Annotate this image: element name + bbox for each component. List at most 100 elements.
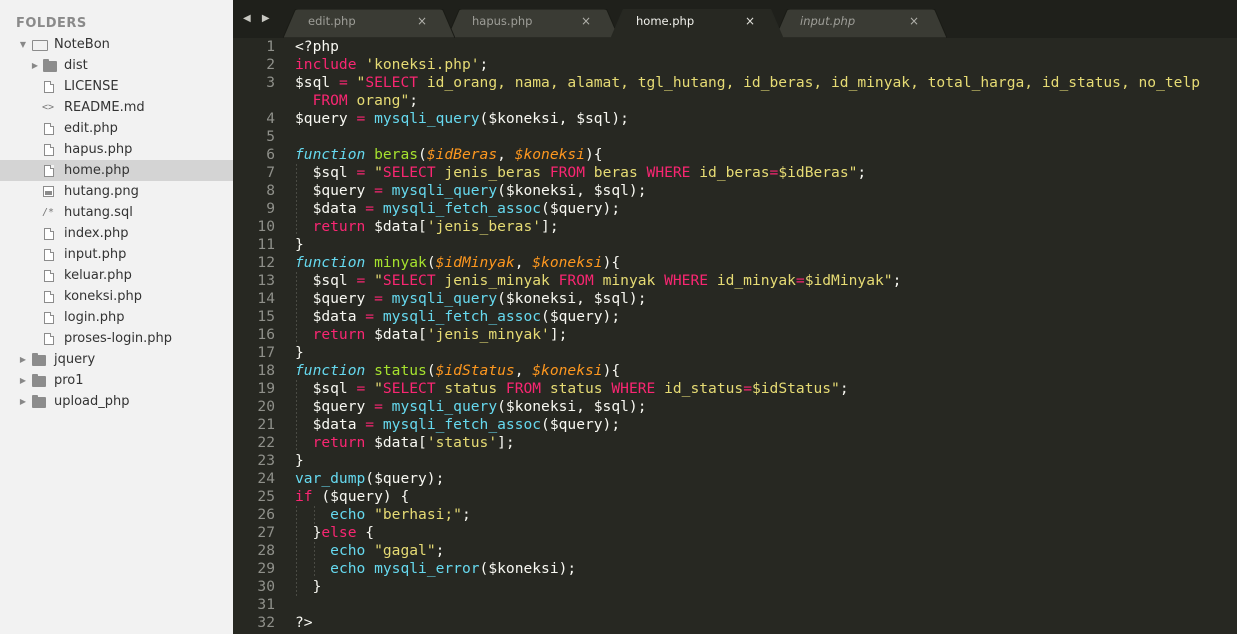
code-line: 19 $sql = "SELECT status FROM status WHE… <box>233 380 1237 398</box>
line-number: 17 <box>257 344 275 361</box>
code-text: <?php <box>295 38 339 55</box>
tree-item-label: NoteBon <box>54 37 110 52</box>
code-line: 11} <box>233 236 1237 254</box>
tree-item-input-php[interactable]: input.php <box>0 244 233 265</box>
tree-item-upload-php[interactable]: ▶ upload_php <box>0 391 233 412</box>
chevron-right-icon[interactable]: ▶ <box>18 391 28 412</box>
tree-item-jquery[interactable]: ▶ jquery <box>0 349 233 370</box>
code-line: 9 $data = mysqli_fetch_assoc($query); <box>233 200 1237 218</box>
file-icon <box>44 249 54 261</box>
code-line: 5 <box>233 128 1237 146</box>
line-number: 21 <box>257 416 275 433</box>
code-editor[interactable]: 1 <?php 2 include 'koneksi.php'; 3 $sql = "SE… <box>233 38 1237 634</box>
tab-home-php[interactable]: home.php × <box>611 9 783 38</box>
code-line: FROM orang"; <box>233 92 1237 110</box>
chevron-down-icon[interactable]: ▼ <box>18 34 28 55</box>
code-text: function beras($idBeras, $koneksi){ <box>295 146 603 163</box>
folder-icon <box>43 59 57 72</box>
tree-item-label: login.php <box>64 310 125 325</box>
code-line: 15 $data = mysqli_fetch_assoc($query); <box>233 308 1237 326</box>
line-number: 1 <box>266 38 275 55</box>
close-icon[interactable]: × <box>581 14 591 28</box>
chevron-right-icon[interactable]: ▶ <box>18 349 28 370</box>
tree-item-label: hutang.sql <box>64 205 133 220</box>
line-number: 4 <box>266 110 275 127</box>
sidebar: FOLDERS ▼ NoteBon ▶ dist LICENSE <> README.md e… <box>0 0 233 634</box>
line-number: 32 <box>257 614 275 631</box>
close-icon[interactable]: × <box>745 14 755 28</box>
line-number: 27 <box>257 524 275 541</box>
line-number: 15 <box>257 308 275 325</box>
tree-item-home-php[interactable]: home.php <box>0 160 233 181</box>
code-text: $sql = "SELECT status FROM status WHERE … <box>295 380 849 397</box>
code-text: include 'koneksi.php'; <box>295 56 489 73</box>
tree-item-label: dist <box>64 58 88 73</box>
tree-item-login-php[interactable]: login.php <box>0 307 233 328</box>
tree-item-dist[interactable]: ▶ dist <box>0 55 233 76</box>
tree-item-license[interactable]: LICENSE <box>0 76 233 97</box>
line-number: 31 <box>257 596 275 613</box>
tree-item-keluar-php[interactable]: keluar.php <box>0 265 233 286</box>
tab-input-php[interactable]: input.php × <box>775 9 947 38</box>
tree-item-pro1[interactable]: ▶ pro1 <box>0 370 233 391</box>
tab-edit-php[interactable]: edit.php × <box>283 9 455 38</box>
line-number: 6 <box>266 146 275 163</box>
tree-item-label: pro1 <box>54 373 84 388</box>
tree-item-koneksi-php[interactable]: koneksi.php <box>0 286 233 307</box>
tree-item-label: README.md <box>64 100 145 115</box>
code-line: 4 $query = mysqli_query($koneksi, $sql); <box>233 110 1237 128</box>
line-number: 24 <box>257 470 275 487</box>
line-number: 13 <box>257 272 275 289</box>
line-number: 23 <box>257 452 275 469</box>
file-icon <box>44 228 54 240</box>
line-number: 20 <box>257 398 275 415</box>
line-number: 9 <box>266 200 275 217</box>
tree-item-index-php[interactable]: index.php <box>0 223 233 244</box>
line-number: 19 <box>257 380 275 397</box>
code-line: 22 return $data['status']; <box>233 434 1237 452</box>
tree-item-readme-md[interactable]: <> README.md <box>0 97 233 118</box>
code-line: 26 echo "berhasi;"; <box>233 506 1237 524</box>
code-text: } <box>295 236 304 253</box>
tab-bar: ◀ ▶ edit.php × hapus.php × home.php × input.ph… <box>233 0 1237 38</box>
line-number: 3 <box>266 74 275 91</box>
tree-item-label: koneksi.php <box>64 289 143 304</box>
chevron-right-icon[interactable]: ▶ <box>30 55 40 76</box>
tree-item-proses-login-php[interactable]: proses-login.php <box>0 328 233 349</box>
code-line: 31 <box>233 596 1237 614</box>
tree-item-notebon[interactable]: ▼ NoteBon <box>0 34 233 55</box>
line-number: 11 <box>257 236 275 253</box>
tree-item-hutang-png[interactable]: hutang.png <box>0 181 233 202</box>
tree-item-edit-php[interactable]: edit.php <box>0 118 233 139</box>
tab-hapus-php[interactable]: hapus.php × <box>447 9 619 38</box>
line-number: 30 <box>257 578 275 595</box>
tree-item-label: keluar.php <box>64 268 132 283</box>
line-number: 7 <box>266 164 275 181</box>
line-number: 25 <box>257 488 275 505</box>
code-text: } <box>295 452 304 469</box>
tree-item-hutang-sql[interactable]: /* hutang.sql <box>0 202 233 223</box>
tree-item-label: LICENSE <box>64 79 119 94</box>
line-number: 10 <box>257 218 275 235</box>
tab-nav-arrows-icon[interactable]: ◀ ▶ <box>243 13 274 24</box>
code-text: return $data['jenis_minyak']; <box>312 326 568 343</box>
tree-item-label: home.php <box>64 163 130 178</box>
close-icon[interactable]: × <box>909 14 919 28</box>
code-line: 8 $query = mysqli_query($koneksi, $sql); <box>233 182 1237 200</box>
code-line: 1 <?php <box>233 38 1237 56</box>
code-text: FROM orang"; <box>312 92 419 109</box>
code-text: echo "gagal"; <box>330 542 445 559</box>
close-icon[interactable]: × <box>417 14 427 28</box>
folder-icon <box>32 353 46 366</box>
code-line: 14 $query = mysqli_query($koneksi, $sql)… <box>233 290 1237 308</box>
code-line: 10 return $data['jenis_beras']; <box>233 218 1237 236</box>
tree-item-hapus-php[interactable]: hapus.php <box>0 139 233 160</box>
code-text: return $data['status']; <box>312 434 515 451</box>
code-text: function status($idStatus, $koneksi){ <box>295 362 621 379</box>
code-line: 16 return $data['jenis_minyak']; <box>233 326 1237 344</box>
code-line: 30 } <box>233 578 1237 596</box>
code-text: $sql = "SELECT id_orang, nama, alamat, t… <box>295 74 1201 91</box>
line-number: 26 <box>257 506 275 523</box>
chevron-right-icon[interactable]: ▶ <box>18 370 28 391</box>
code-text: $sql = "SELECT jenis_beras FROM beras WH… <box>295 164 867 181</box>
